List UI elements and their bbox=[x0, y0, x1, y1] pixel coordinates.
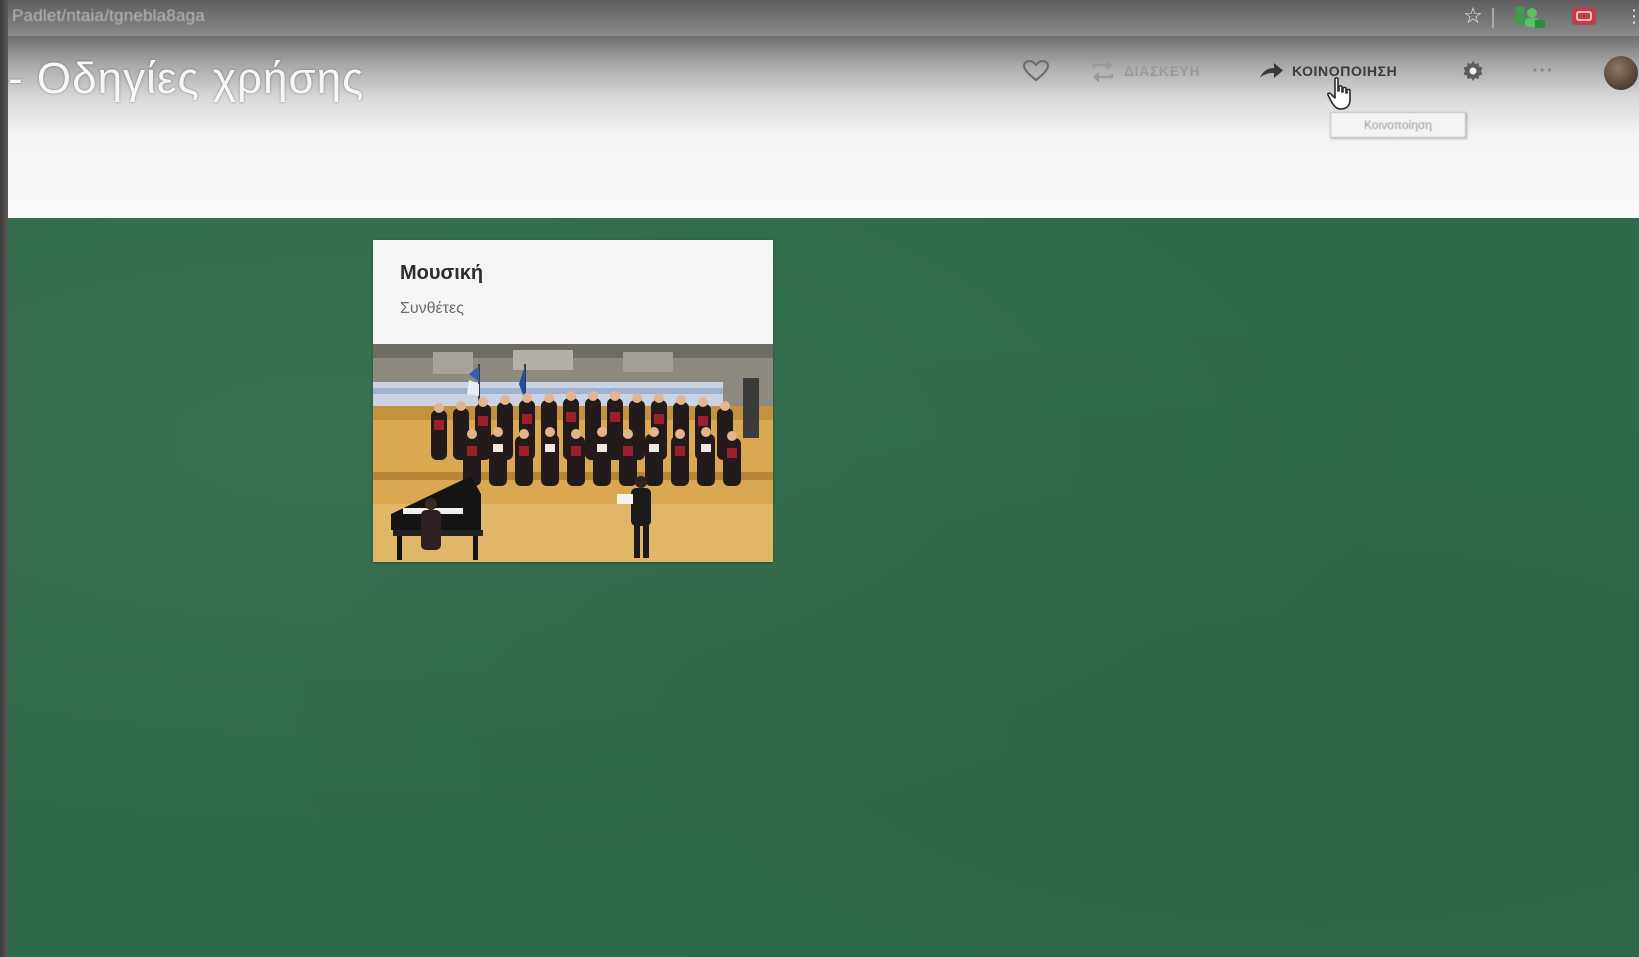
settings-button[interactable] bbox=[1458, 56, 1488, 86]
heart-icon bbox=[1023, 60, 1049, 82]
avatar[interactable] bbox=[1604, 56, 1638, 90]
padlet-header: - Οδηγίες χρήσης ΔΙΑΣΚΕΥΗ ΚΟΙΝΟΠΟΙΗΣΗ ··… bbox=[8, 36, 1639, 218]
address-bar-url[interactable]: Padlet/ntaia/tgnebla8aga bbox=[12, 6, 205, 26]
more-options-button[interactable]: ··· bbox=[1528, 56, 1558, 86]
post-title: Μουσική bbox=[400, 262, 484, 284]
ellipsis-icon: ··· bbox=[1532, 59, 1554, 82]
page-title: - Οδηγίες χρήσης bbox=[8, 54, 365, 103]
share-arrow-icon bbox=[1260, 63, 1283, 78]
repeat-icon bbox=[1092, 60, 1114, 82]
favorite-button[interactable] bbox=[1016, 56, 1056, 86]
remix-label: ΔΙΑΣΚΕΥΗ bbox=[1124, 63, 1201, 79]
bookmark-star-icon[interactable]: ☆ bbox=[1461, 3, 1485, 28]
share-tooltip: Κοινοποίηση bbox=[1330, 112, 1466, 138]
remix-button[interactable]: ΔΙΑΣΚΕΥΗ bbox=[1090, 56, 1200, 86]
post-body: Συνθέτες bbox=[400, 300, 464, 317]
gear-icon bbox=[1463, 61, 1483, 81]
padlet-board: Μουσική Συνθέτες bbox=[8, 218, 1639, 957]
toolbar-separator bbox=[1492, 8, 1494, 28]
browser-toolbar: Padlet/ntaia/tgnebla8aga ☆ ⋮ bbox=[8, 0, 1639, 36]
screen: Padlet/ntaia/tgnebla8aga ☆ ⋮ - Οδηγίες χ… bbox=[0, 0, 1639, 957]
hand-pointer-icon bbox=[1327, 77, 1351, 110]
post-image-choir[interactable] bbox=[373, 344, 773, 562]
window-frame-edge bbox=[0, 0, 8, 957]
browser-menu-icon[interactable]: ⋮ bbox=[1625, 4, 1639, 28]
extension-red-icon[interactable] bbox=[1570, 4, 1598, 28]
extension-people-icon[interactable] bbox=[1510, 4, 1546, 28]
post-card[interactable]: Μουσική Συνθέτες bbox=[373, 240, 773, 562]
